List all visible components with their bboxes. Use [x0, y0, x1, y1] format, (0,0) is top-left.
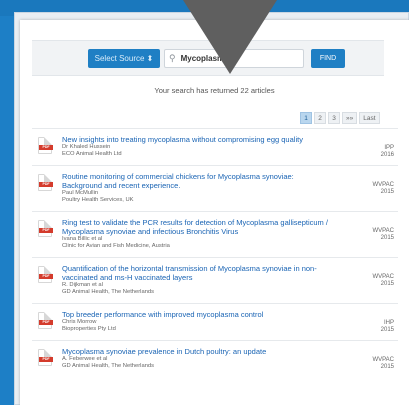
result-title-link[interactable]: Mycoplasma synoviae prevalence in Dutch …	[62, 347, 266, 356]
result-source: WVPAC	[372, 274, 394, 280]
result-author: A. Feberwee et al	[62, 356, 108, 362]
result-title-link[interactable]: New insights into treating mycoplasma wi…	[62, 135, 303, 144]
select-source-button[interactable]: Select Source ⬍	[88, 49, 160, 68]
results-list: New insights into treating mycoplasma wi…	[32, 128, 398, 377]
pdf-icon[interactable]	[38, 137, 53, 154]
pdf-icon[interactable]	[38, 174, 53, 191]
page-2-button[interactable]: 2	[314, 112, 326, 124]
next-page-button[interactable]: »»	[342, 112, 358, 124]
result-author: Ivana Billic et al	[62, 236, 103, 242]
result-author: Chris Morrow	[62, 319, 97, 325]
find-button[interactable]: FIND	[311, 49, 345, 68]
result-author: Dr Khaled Hussein	[62, 144, 111, 150]
pdf-icon[interactable]	[38, 312, 53, 329]
funnel-icon	[183, 0, 277, 74]
page-1-button[interactable]: 1	[300, 112, 312, 124]
result-row: Top breeder performance with improved my…	[32, 303, 398, 340]
result-source: IPP	[384, 145, 394, 151]
search-results-panel: Select Source ⬍ ⚲ FIND Your search has r…	[20, 20, 409, 405]
result-year: 2015	[380, 327, 394, 333]
result-organization: Bioproperties Pty Ltd	[62, 326, 116, 332]
result-year: 2015	[380, 189, 394, 195]
pdf-icon[interactable]	[38, 349, 53, 366]
result-year: 2015	[380, 364, 394, 370]
result-author: R. Dijkman et al	[62, 282, 103, 288]
result-source: WVPAC	[372, 357, 394, 363]
result-year: 2015	[380, 281, 394, 287]
pdf-icon[interactable]	[38, 266, 53, 283]
result-title-link[interactable]: Ring test to validate the PCR results fo…	[62, 218, 328, 236]
result-organization: ECO Animal Health Ltd	[62, 151, 122, 157]
result-organization: Clinic for Avian and Fish Medicine, Aust…	[62, 243, 170, 249]
pdf-icon[interactable]	[38, 220, 53, 237]
result-year: 2016	[380, 152, 394, 158]
result-row: Mycoplasma synoviae prevalence in Dutch …	[32, 340, 398, 377]
result-title-link[interactable]: Routine monitoring of commercial chicken…	[62, 172, 294, 190]
search-icon: ⚲	[169, 53, 176, 63]
result-author: Paul McMullin	[62, 190, 99, 196]
pagination: 1 2 3 »» Last	[300, 112, 380, 124]
result-year: 2015	[380, 235, 394, 241]
result-organization: GD Animal Health, The Netherlands	[62, 289, 155, 295]
result-title-link[interactable]: Quantification of the horizontal transmi…	[62, 264, 317, 282]
result-organization: Poultry Health Services, UK	[62, 197, 134, 203]
result-row: Quantification of the horizontal transmi…	[32, 257, 398, 303]
result-source: IHP	[383, 320, 394, 326]
result-source: WVPAC	[372, 182, 394, 188]
result-organization: GD Animal Health, The Netherlands	[62, 363, 155, 369]
result-source: WVPAC	[372, 228, 394, 234]
page-3-button[interactable]: 3	[328, 112, 340, 124]
result-title-link[interactable]: Top breeder performance with improved my…	[62, 310, 263, 319]
result-row: New insights into treating mycoplasma wi…	[32, 128, 398, 165]
result-row: Ring test to validate the PCR results fo…	[32, 211, 398, 257]
last-page-button[interactable]: Last	[359, 112, 380, 124]
result-count: Your search has returned 22 articles	[154, 86, 275, 95]
result-row: Routine monitoring of commercial chicken…	[32, 165, 398, 211]
